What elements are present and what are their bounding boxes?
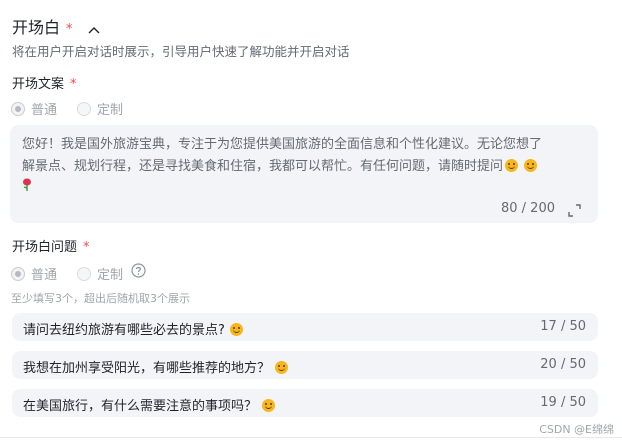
radio-label: 普通 bbox=[31, 103, 58, 118]
opening-questions-radio-normal[interactable]: 普通 bbox=[11, 263, 57, 283]
question-item[interactable]: 我想在加州享受阳光，有哪些推荐的地方？ 20 / 50 bbox=[12, 351, 598, 379]
radio-unselected-icon bbox=[77, 266, 91, 281]
opening-text-label: 开场文案 * bbox=[12, 73, 77, 92]
radio-label: 定制 bbox=[97, 268, 124, 283]
questions-hint: 至少填写3个，超出后随机取3个展示 bbox=[11, 292, 190, 305]
opening-text-counter: 80 / 200 bbox=[501, 201, 555, 216]
rose-emoji bbox=[22, 178, 32, 200]
radio-unselected-icon bbox=[77, 101, 91, 116]
opening-questions-label-text: 开场白问题 bbox=[12, 240, 78, 255]
question-counter: 17 / 50 bbox=[540, 319, 586, 334]
opening-text-editor[interactable]: 您好！我是国外旅游宝典，专注于为您提供美国旅游的全面信息和个性化建议。无论您想了… bbox=[10, 125, 598, 223]
opening-text-content: 您好！我是国外旅游宝典，专注于为您提供美国旅游的全面信息和个性化建议。无论您想了… bbox=[22, 134, 592, 194]
opening-text-radio-custom[interactable]: 定制 bbox=[77, 98, 123, 118]
question-text: 我想在加州享受阳光，有哪些推荐的地方？ bbox=[23, 357, 289, 376]
opening-questions-radio-custom[interactable]: 定制 bbox=[77, 263, 123, 283]
required-mark: * bbox=[66, 22, 73, 37]
question-circle-icon[interactable] bbox=[131, 263, 146, 282]
question-text: 在美国旅行，有什么需要注意的事项吗？ bbox=[23, 395, 276, 414]
required-mark: * bbox=[83, 240, 90, 255]
radio-label: 定制 bbox=[97, 103, 124, 118]
radio-selected-icon bbox=[11, 266, 25, 281]
chevron-up-icon[interactable] bbox=[88, 19, 100, 38]
question-text: 请问去纽约旅游有哪些必去的景点? bbox=[23, 319, 244, 338]
watermark: CSDN @E绵绵 bbox=[539, 423, 614, 436]
content-line: 您好！我是国外旅游宝典，专注于为您提供美国旅游的全面信息和个性化建议。无论您想了 bbox=[22, 137, 543, 152]
question-counter: 20 / 50 bbox=[540, 357, 586, 372]
content-line: 解景点、规划行程，还是寻找美食和住宿，我都可以帮忙。有任何问题，请随时提问 bbox=[22, 159, 504, 174]
smiling-face-emoji bbox=[524, 159, 538, 172]
opening-questions-label: 开场白问题 * bbox=[12, 236, 90, 255]
section-title-text: 开场白 bbox=[12, 18, 61, 37]
section-title: 开场白 * bbox=[12, 14, 100, 38]
required-mark: * bbox=[70, 77, 77, 92]
radio-label: 普通 bbox=[31, 268, 58, 283]
radio-selected-icon bbox=[11, 101, 25, 116]
question-text-value: 在美国旅行，有什么需要注意的事项吗？ bbox=[23, 399, 258, 414]
smiling-face-emoji bbox=[230, 323, 244, 336]
question-text-value: 请问去纽约旅游有哪些必去的景点? bbox=[23, 323, 225, 338]
opening-text-label-text: 开场文案 bbox=[12, 77, 65, 92]
opening-text-radio-normal[interactable]: 普通 bbox=[11, 98, 57, 118]
question-counter: 19 / 50 bbox=[540, 395, 586, 410]
smiling-face-emoji bbox=[275, 361, 289, 374]
section-description: 将在用户开启对话时展示，引导用户快速了解功能并开启对话 bbox=[12, 44, 350, 59]
question-text-value: 我想在加州享受阳光，有哪些推荐的地方？ bbox=[23, 361, 271, 376]
question-item[interactable]: 请问去纽约旅游有哪些必去的景点? 17 / 50 bbox=[12, 313, 598, 341]
smiling-face-emoji bbox=[505, 159, 519, 172]
smiling-face-emoji bbox=[262, 399, 276, 412]
expand-icon[interactable] bbox=[568, 202, 581, 221]
question-item[interactable]: 在美国旅行，有什么需要注意的事项吗？ 19 / 50 bbox=[12, 389, 598, 417]
divider bbox=[0, 437, 622, 438]
